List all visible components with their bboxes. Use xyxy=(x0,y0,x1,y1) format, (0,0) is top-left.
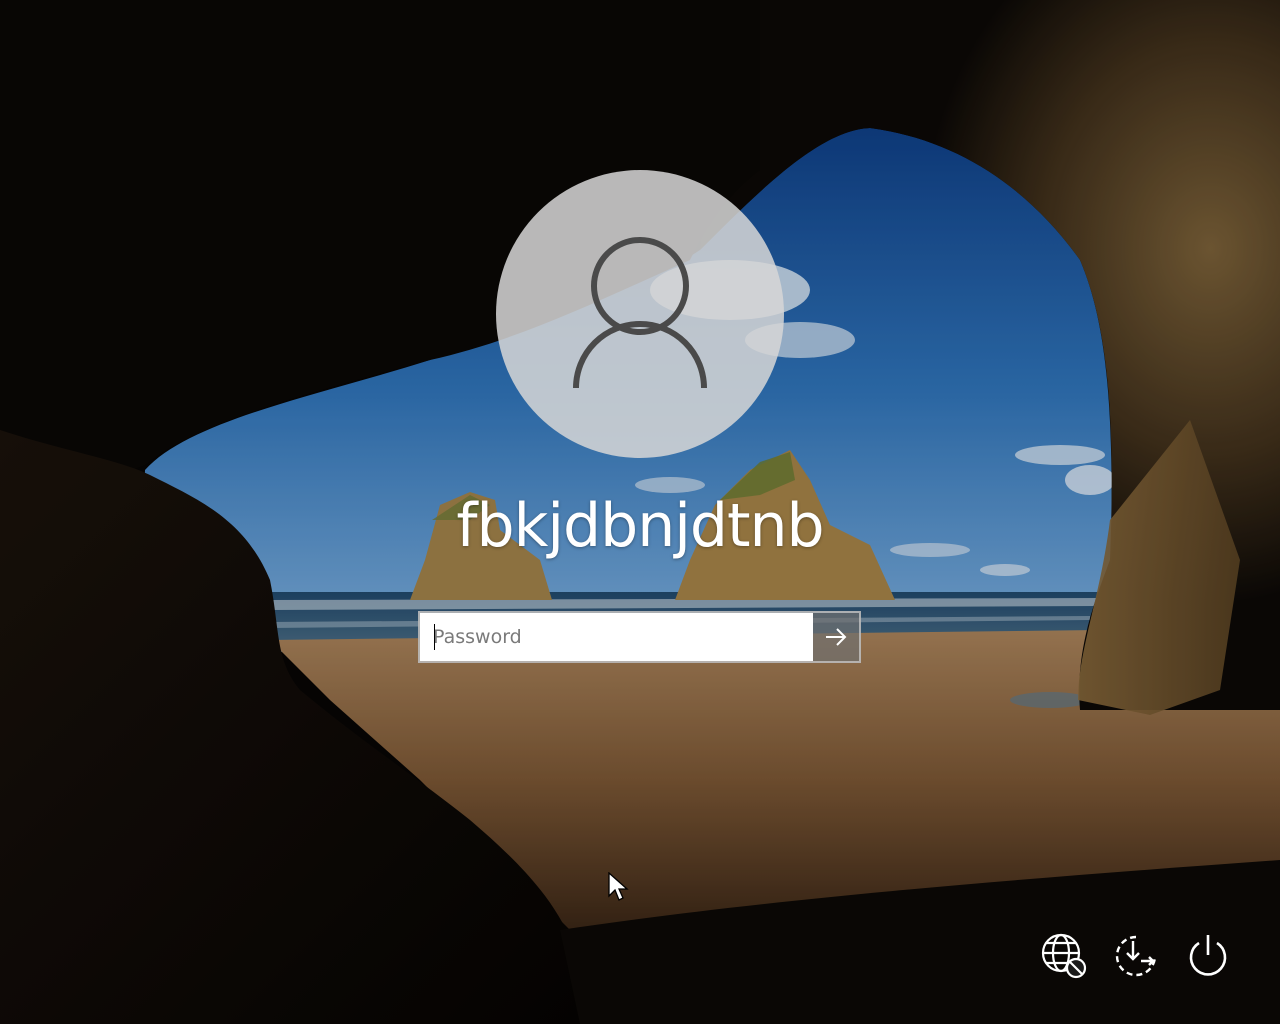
text-caret xyxy=(434,624,435,650)
user-silhouette-icon xyxy=(573,237,707,389)
lock-screen: fbkjdbnjdtnb xyxy=(0,0,1280,1024)
password-input[interactable] xyxy=(420,613,813,661)
network-button[interactable] xyxy=(1036,928,1092,984)
arrow-right-icon xyxy=(826,628,847,646)
user-name: fbkjdbnjdtnb xyxy=(456,491,824,561)
user-avatar xyxy=(496,170,784,458)
mouse-pointer-icon xyxy=(608,872,629,901)
power-button[interactable] xyxy=(1180,928,1236,984)
submit-button[interactable] xyxy=(813,613,859,661)
ease-of-access-icon xyxy=(1115,935,1157,977)
accessibility-button[interactable] xyxy=(1108,928,1164,984)
password-field-container xyxy=(418,611,861,663)
power-icon xyxy=(1189,935,1227,976)
globe-network-icon xyxy=(1041,933,1087,979)
